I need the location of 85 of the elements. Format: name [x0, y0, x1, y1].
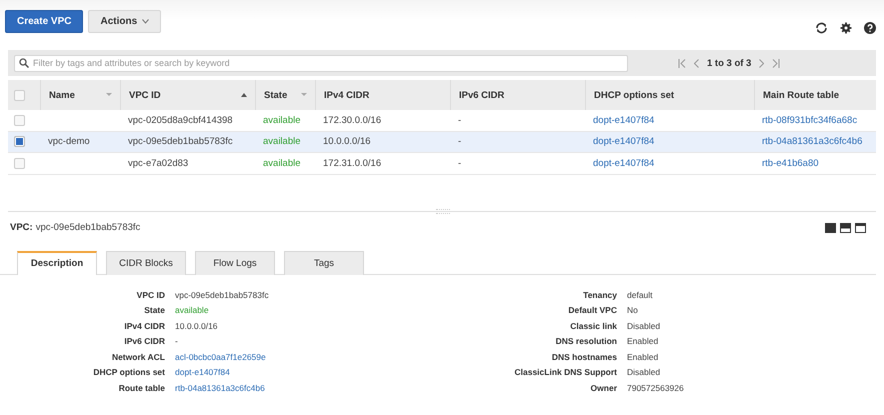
column-header: IPv4 CIDR — [324, 90, 370, 100]
field-label: Network ACL — [110, 352, 165, 362]
detail-label: VPC: — [10, 222, 33, 233]
caret-icon — [142, 19, 150, 24]
panel-layout-icon[interactable] — [840, 222, 851, 232]
dropdown-arrow-icon[interactable] — [301, 93, 307, 97]
table-cell-text: available — [262, 114, 302, 126]
row-checkbox[interactable] — [14, 158, 25, 169]
table-link[interactable]: dopt-e1407f84 — [585, 114, 754, 126]
field-value: 790572563926 — [627, 382, 685, 392]
field-label: IPv4 CIDR — [123, 320, 165, 330]
previous-page-icon[interactable] — [694, 58, 699, 68]
field-link[interactable]: dopt-e1407f84 — [175, 367, 470, 377]
field-value: available — [175, 305, 210, 315]
settings-icon[interactable] — [840, 22, 852, 34]
table-cell-text: - — [457, 114, 462, 126]
field-label: State — [143, 305, 165, 315]
create-button[interactable]: Create VPC — [5, 10, 84, 33]
table-link[interactable]: rtb-08f931bfc34f6a68c — [754, 114, 876, 126]
panel-layout-icon[interactable] — [855, 222, 866, 232]
table-cell-text: 10.0.0.0/16 — [322, 136, 372, 148]
row-checkbox[interactable] — [14, 114, 25, 126]
column-header: Main Route table — [763, 90, 840, 100]
field-link[interactable]: rtb-04a81361a3c6fc4b6 — [175, 382, 470, 392]
field-value: No — [627, 305, 639, 315]
field-label: DNS hostnames — [550, 352, 617, 362]
row-checkbox[interactable] — [14, 136, 25, 148]
field-label: Route table — [118, 382, 165, 392]
table-cell-text: 172.30.0.0/16 — [322, 114, 382, 126]
column-header: Name — [49, 90, 75, 100]
field-value: default — [627, 290, 654, 300]
field-label: DHCP options set — [92, 367, 165, 377]
refresh-icon[interactable] — [815, 22, 828, 34]
field-label: DNS resolution — [554, 336, 617, 346]
panel-layout-icon[interactable] — [825, 222, 836, 232]
field-label: VPC ID — [136, 290, 165, 300]
table-cell-text: vpc-09e5deb1bab5783fc — [127, 136, 234, 148]
first-page-icon[interactable] — [678, 58, 686, 68]
field-value: Disabled — [627, 320, 662, 330]
field-label: Tenancy — [582, 290, 617, 300]
field-value: vpc-09e5deb1bab5783fc — [175, 290, 270, 300]
table-cell-text: 172.31.0.0/16 — [322, 158, 382, 169]
field-link[interactable]: acl-0bcbc0aa7f1e2659e — [175, 352, 470, 362]
last-page-icon[interactable] — [772, 58, 780, 68]
field-label: ClassicLink DNS Support — [514, 367, 617, 377]
help-icon[interactable] — [864, 22, 876, 34]
field-label: Classic link — [569, 320, 617, 330]
actions-menu-button[interactable]: Actions — [88, 10, 162, 33]
sort-ascending-icon[interactable] — [241, 93, 247, 97]
field-label: Owner — [590, 382, 617, 392]
table-link[interactable]: dopt-e1407f84 — [585, 158, 754, 169]
detail-value: vpc-09e5deb1bab5783fc — [36, 222, 140, 233]
table-cell-text: vpc-0205d8a9cbf414398 — [127, 114, 234, 126]
dropdown-arrow-icon[interactable] — [106, 93, 112, 97]
next-page-icon[interactable] — [759, 58, 764, 68]
column-header: DHCP options set — [594, 90, 674, 100]
tab[interactable]: Description — [17, 250, 97, 274]
table-cell-text: vpc-e7a02d83 — [127, 158, 190, 169]
table-link[interactable]: rtb-e41b6a80 — [754, 158, 876, 169]
select-all-checkbox[interactable] — [14, 90, 25, 100]
search-field[interactable]: Filter by tags and attributes or search by keyword — [14, 54, 628, 72]
tab[interactable]: Tags — [284, 250, 364, 274]
table-link[interactable]: rtb-04a81361a3c6fc4b6 — [754, 136, 876, 148]
column-header: VPC ID — [129, 90, 161, 100]
table-link[interactable]: dopt-e1407f84 — [585, 136, 754, 148]
table-cell-text: available — [262, 136, 302, 148]
tab[interactable]: CIDR Blocks — [106, 250, 186, 274]
field-value: Disabled — [627, 367, 662, 377]
table-cell-text: vpc-demo — [47, 136, 91, 148]
table-cell-text: - — [457, 158, 462, 169]
resize-handle[interactable] — [436, 208, 450, 214]
column-header: IPv6 CIDR — [459, 90, 504, 100]
search-icon — [19, 58, 29, 68]
column-header: State — [264, 90, 288, 100]
field-value: Enabled — [627, 336, 660, 346]
field-label: IPv6 CIDR — [123, 336, 165, 346]
table-row[interactable]: vpc-demo vpc-09e5deb1bab5783fc available 10.0.0.0/16 - dopt-e1407f84 rtb-04a81361a3c6fc4b6 — [8, 132, 876, 153]
table-cell-text: - — [457, 136, 462, 148]
tab[interactable]: Flow Logs — [195, 250, 275, 274]
table-cell-text: available — [262, 158, 302, 169]
pagination-text: 1 to 3 of 3 — [707, 58, 752, 68]
field-value: - — [175, 336, 179, 346]
field-label: Default VPC — [567, 305, 617, 315]
field-value: Enabled — [627, 352, 660, 362]
field-value: 10.0.0.0/16 — [175, 320, 219, 330]
